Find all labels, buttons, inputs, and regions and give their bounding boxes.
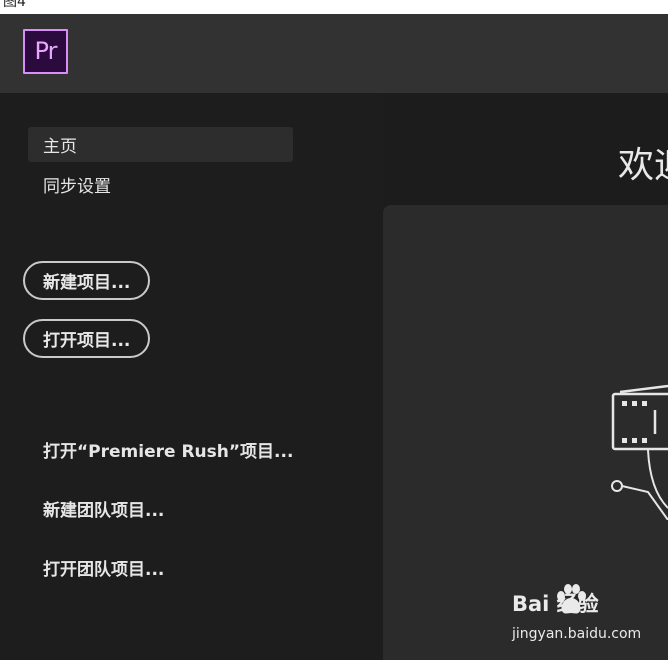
sidebar-item-sync-settings[interactable]: 同步设置 <box>28 167 293 202</box>
title-bar: Pr <box>0 14 668 93</box>
sidebar: 主页 同步设置 新建项目... 打开项目... 打开“Premiere Rush… <box>0 93 383 660</box>
app-window: 图4 Pr 主页 同步设置 新建项目... 打开项目... 打开“Premier… <box>0 0 668 660</box>
watermark-url: jingyan.baidu.com <box>512 626 642 642</box>
film-strip-illustration-icon <box>611 384 668 520</box>
premiere-pro-logo-icon: Pr <box>23 29 68 74</box>
document-caption-strip: 图4 <box>0 0 668 14</box>
logo-text: Pr <box>34 36 58 65</box>
new-team-project-link[interactable]: 新建团队项目... <box>43 496 164 521</box>
new-project-button[interactable]: 新建项目... <box>23 261 150 300</box>
caption-fragment: 图4 <box>3 0 26 10</box>
sidebar-item-label: 同步设置 <box>43 177 111 197</box>
sidebar-item-label: 主页 <box>43 137 77 157</box>
welcome-title: 欢迎 <box>618 145 668 186</box>
open-team-project-link[interactable]: 打开团队项目... <box>43 555 164 580</box>
open-rush-project-link[interactable]: 打开“Premiere Rush”项目... <box>43 437 293 462</box>
open-project-label: 打开项目... <box>43 331 131 351</box>
new-project-label: 新建项目... <box>43 273 131 293</box>
open-project-button[interactable]: 打开项目... <box>23 319 150 358</box>
baidu-paw-icon <box>557 584 586 614</box>
sidebar-item-home[interactable]: 主页 <box>28 127 293 162</box>
